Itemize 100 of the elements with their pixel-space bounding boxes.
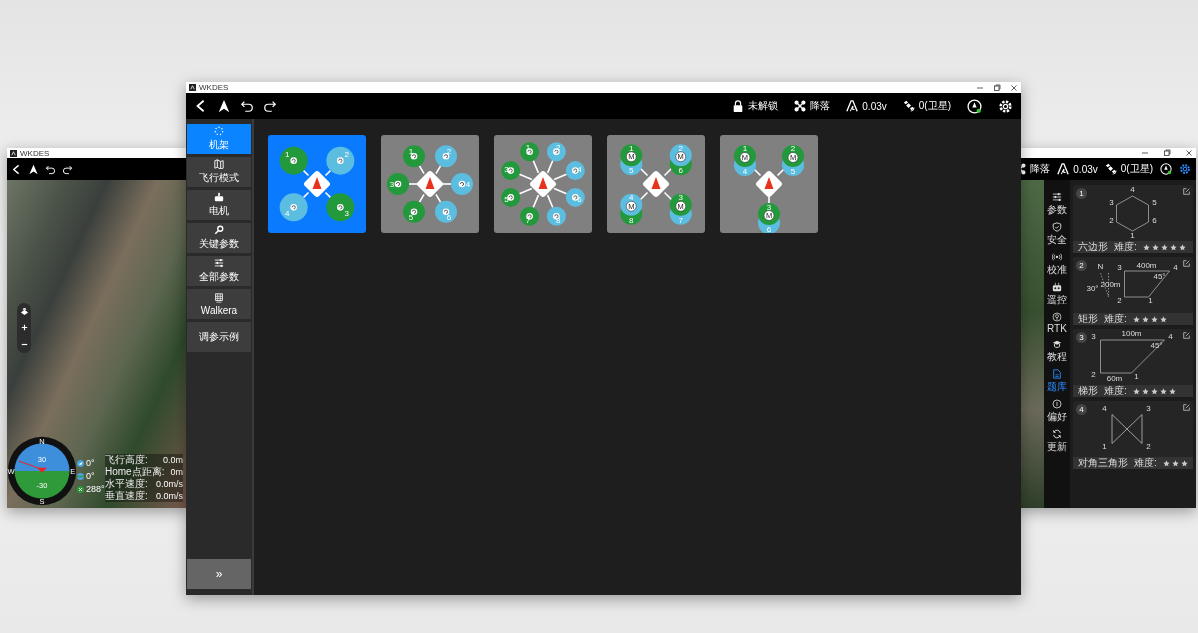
sidebar-item[interactable]: 安全 xyxy=(1047,222,1067,247)
route-label: 4 xyxy=(1168,332,1173,341)
window-title: WKDES xyxy=(20,148,50,158)
sidebar-tab[interactable]: Walkera xyxy=(187,289,251,319)
motor-icon xyxy=(214,192,224,202)
exercise-name: 对角三角形 xyxy=(1078,456,1128,470)
pitch-label: -30 xyxy=(36,480,48,490)
compass-icon[interactable] xyxy=(967,98,982,114)
telemetry-value: 0° xyxy=(86,471,95,481)
window-title: WKDES xyxy=(199,83,229,92)
motor-number: 2 xyxy=(678,143,683,153)
route-drawing xyxy=(1100,270,1170,298)
motor-number: 4 xyxy=(629,193,634,203)
zoom-in-icon[interactable] xyxy=(19,323,29,333)
drone-icon xyxy=(794,100,807,112)
sidebar-item[interactable]: 题库 xyxy=(1047,369,1067,394)
expand-button[interactable]: » xyxy=(187,559,251,589)
telemetry-label: 水平速度: xyxy=(105,477,148,489)
route-label: 400m xyxy=(1136,261,1157,270)
route-label: 200m xyxy=(1100,280,1121,289)
sidebar-item[interactable]: 参数 xyxy=(1047,192,1067,217)
close-icon[interactable] xyxy=(1185,149,1193,157)
remote-control-icon xyxy=(1052,282,1062,292)
sidebar-item[interactable]: 教程 xyxy=(1047,339,1067,364)
motor-number: 6 xyxy=(678,166,683,176)
close-icon[interactable] xyxy=(1010,83,1018,92)
route-label: 3 xyxy=(1117,263,1122,272)
edit-icon[interactable] xyxy=(1183,260,1190,267)
navigation-arrow-icon[interactable] xyxy=(28,163,39,175)
sidebar-tab[interactable]: 调参示例 xyxy=(187,322,251,352)
compass-icon[interactable] xyxy=(1160,163,1172,175)
satellite-icon xyxy=(902,100,915,112)
motor-number: 1 xyxy=(742,144,748,154)
motor-number: 4 xyxy=(285,209,290,219)
undo-icon[interactable] xyxy=(45,163,56,175)
redo-icon[interactable] xyxy=(62,163,73,175)
motor-number: 6 xyxy=(577,194,582,204)
exercise-card[interactable]: 1 4 3 5 2 6 1 六边形 难度: xyxy=(1073,185,1193,253)
compass-label: W xyxy=(7,466,15,476)
back-icon[interactable] xyxy=(11,163,22,175)
redo-icon[interactable] xyxy=(263,99,277,113)
wrench-icon xyxy=(214,225,224,235)
route-label: 30° xyxy=(1086,284,1099,293)
sidebar-item[interactable]: 更新 xyxy=(1047,429,1067,454)
number-badge: 4 xyxy=(1076,404,1087,415)
sidebar-tab[interactable]: 全部参数 xyxy=(187,256,251,286)
frame-type-card[interactable]: 1 2 4 3 xyxy=(268,135,366,233)
maximize-icon[interactable] xyxy=(1163,149,1171,157)
exercise-name: 梯形 xyxy=(1078,384,1098,398)
route-label: 1 xyxy=(1102,442,1107,451)
sidebar-tab[interactable]: 机架 xyxy=(187,124,251,154)
route-label: 4 xyxy=(1173,263,1178,272)
edit-icon[interactable] xyxy=(1183,332,1190,339)
globe-icon xyxy=(77,472,84,480)
route-label: 1 xyxy=(1130,231,1135,240)
motor-number: 3 xyxy=(678,193,683,203)
motor-number: 2 xyxy=(344,150,349,160)
navigation-arrow-icon[interactable] xyxy=(217,99,231,113)
maximize-icon[interactable] xyxy=(993,83,1001,92)
motor-number: 1 xyxy=(629,143,634,153)
motor-number: 3 xyxy=(504,164,509,174)
difficulty-label: 难度: xyxy=(1104,384,1127,398)
sidebar-item[interactable]: 偏好 xyxy=(1047,399,1067,424)
compass-label: E xyxy=(70,466,76,476)
sidebar-tab[interactable]: 电机 xyxy=(187,190,251,220)
sliders-icon xyxy=(214,258,224,268)
route-label: 2 xyxy=(1146,442,1151,451)
voltage-icon xyxy=(846,100,859,112)
undo-icon[interactable] xyxy=(240,99,254,113)
route-label: 45° xyxy=(1153,272,1166,281)
settings-icon[interactable] xyxy=(1179,163,1191,175)
route-label: N xyxy=(1097,262,1104,271)
shield-icon xyxy=(1052,222,1062,232)
motor-number: 2 xyxy=(790,144,796,154)
exercise-card[interactable]: 3 3 100m 4 45° 2 60m 1 梯形 难度: xyxy=(1073,329,1193,397)
sidebar-item[interactable]: 校准 xyxy=(1047,252,1067,277)
dotted-circle-icon xyxy=(214,126,224,136)
coin-icon xyxy=(1052,399,1062,409)
lock-icon xyxy=(732,100,745,112)
sidebar-item[interactable]: RTK xyxy=(1047,312,1067,334)
telemetry-value: 0m xyxy=(170,467,183,477)
sidebar-tab[interactable]: 关键参数 xyxy=(187,223,251,253)
number-badge: 1 xyxy=(1076,188,1087,199)
telemetry-label: 飞行高度: xyxy=(105,453,148,466)
layers-icon[interactable] xyxy=(19,306,29,316)
route-label: 100m xyxy=(1121,329,1142,338)
exercise-card[interactable]: 4 4 3 1 2 对角三角形 难度: xyxy=(1073,401,1193,469)
difficulty-label: 难度: xyxy=(1134,456,1157,470)
edit-icon[interactable] xyxy=(1183,188,1190,195)
motor-number: 5 xyxy=(629,166,634,176)
sidebar-tab[interactable]: 飞行模式 xyxy=(187,157,251,187)
exercise-name: 六边形 xyxy=(1078,240,1108,254)
route-label: 1 xyxy=(1148,296,1153,305)
motor-number: 4 xyxy=(465,179,471,189)
sidebar-item[interactable]: 遥控 xyxy=(1047,282,1067,307)
frame-type-card[interactable]: 1 2 3 4 5 6 xyxy=(381,135,479,233)
edit-icon[interactable] xyxy=(1183,404,1190,411)
exercise-card[interactable]: 2 N 30° 3 400m 4 45° 200m 2 1 矩形 难度: xyxy=(1073,257,1193,325)
motor-number: 4 xyxy=(577,164,582,174)
motor-number: 2 xyxy=(446,146,452,156)
